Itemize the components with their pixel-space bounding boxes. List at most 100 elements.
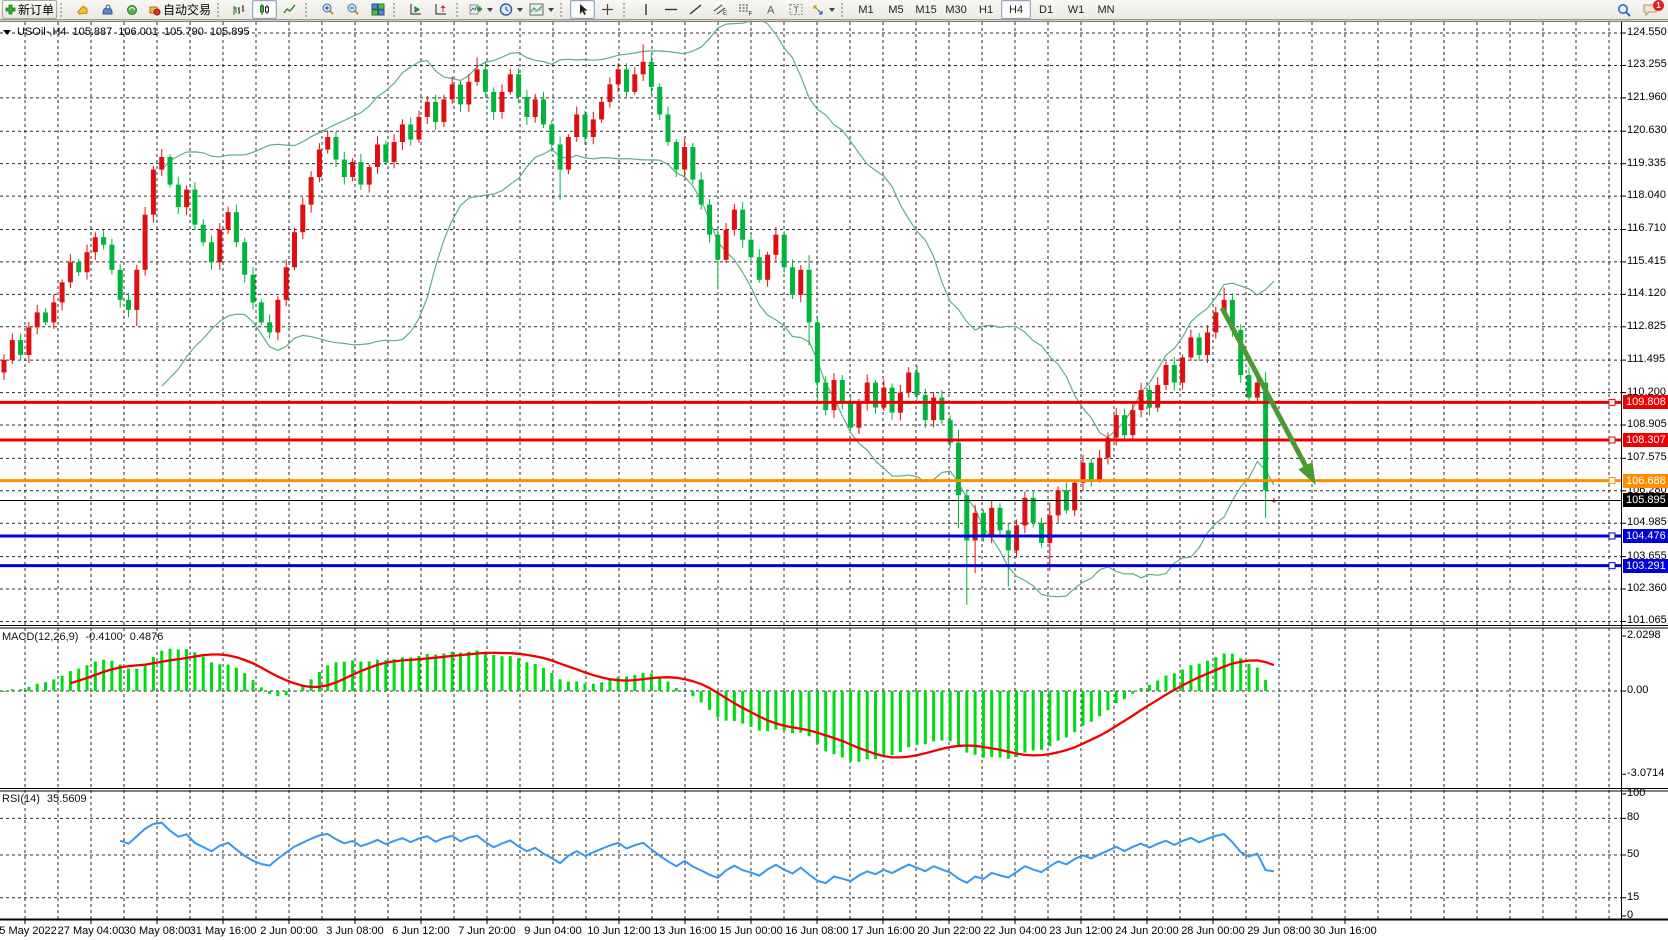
macd-histogram-bar	[185, 649, 188, 691]
autotrading-button[interactable]: 自动交易	[145, 0, 214, 19]
chart-shift-button[interactable]	[428, 0, 453, 19]
equidistant-channel-icon: E	[713, 3, 728, 16]
macd-histogram-bar	[932, 691, 935, 741]
text-label-button[interactable]: T	[783, 0, 808, 19]
candle	[923, 395, 928, 420]
macd-histogram-bar	[882, 691, 885, 756]
hline-handle[interactable]	[1609, 563, 1615, 569]
chart-area[interactable]: USOil-,H4 105.887 106.001 105.790 105.89…	[0, 22, 1668, 940]
macd-histogram-bar	[52, 679, 55, 691]
timeframe-D1[interactable]: D1	[1031, 0, 1061, 19]
timeframe-MN[interactable]: MN	[1091, 0, 1121, 19]
candle	[981, 513, 986, 536]
macd-histogram-bar	[957, 691, 960, 746]
macd-histogram-bar	[1073, 691, 1076, 732]
candle	[433, 102, 438, 122]
hline-handle[interactable]	[1609, 437, 1615, 443]
macd-histogram-bar	[700, 691, 703, 703]
hline-handle[interactable]	[1609, 533, 1615, 539]
candle	[1164, 365, 1169, 385]
toolbar-grip	[623, 3, 630, 17]
templates-button[interactable]	[526, 0, 557, 19]
candle	[641, 62, 646, 75]
text-button[interactable]: A	[758, 0, 783, 19]
candlestick-chart-button[interactable]	[252, 0, 277, 19]
candle	[524, 97, 529, 117]
bar-chart-button[interactable]	[227, 0, 252, 19]
zoom-in-button[interactable]	[315, 0, 340, 19]
timeframe-W1[interactable]: W1	[1061, 0, 1091, 19]
macd-histogram-bar	[210, 662, 213, 691]
crosshair-button[interactable]	[595, 0, 620, 19]
macd-histogram-bar	[69, 671, 72, 691]
new-order-button[interactable]: 新订单	[2, 0, 57, 19]
timeframe-H1[interactable]: H1	[971, 0, 1001, 19]
cursor-button[interactable]	[570, 0, 595, 19]
macd-histogram-bar	[575, 682, 578, 691]
macd-histogram-bar	[127, 669, 130, 691]
periods-button[interactable]	[496, 0, 526, 19]
candle	[26, 327, 31, 355]
vertical-line-button[interactable]	[633, 0, 658, 19]
timeframe-M30[interactable]: M30	[941, 0, 971, 19]
candle	[1039, 523, 1044, 543]
auto-scroll-button[interactable]	[403, 0, 428, 19]
macd-histogram-bar	[1223, 653, 1226, 691]
horizontal-line-button[interactable]	[658, 0, 683, 19]
macd-histogram-bar	[44, 682, 47, 691]
zoom-in-icon	[321, 3, 335, 16]
macd-histogram-bar	[1131, 691, 1134, 694]
candle	[383, 145, 388, 163]
candle	[566, 137, 571, 170]
macd-histogram-bar	[293, 691, 296, 692]
fibonacci-icon: F	[738, 3, 753, 16]
macd-histogram-bar	[799, 691, 802, 733]
macd-histogram-bar	[633, 675, 636, 691]
candle	[574, 114, 579, 137]
macd-histogram-bar	[19, 689, 22, 691]
candle	[300, 205, 305, 233]
hline-handle[interactable]	[1609, 478, 1615, 484]
trendline-icon	[689, 3, 702, 16]
macd-histogram-bar	[758, 691, 761, 731]
chart-canvas[interactable]	[0, 22, 1668, 940]
candle	[1139, 390, 1144, 410]
fibonacci-button[interactable]: F	[733, 0, 758, 19]
timeframe-M1[interactable]: M1	[851, 0, 881, 19]
macd-histogram-bar	[1239, 658, 1242, 691]
macd-histogram-bar	[235, 668, 238, 691]
trendline-button[interactable]	[683, 0, 708, 19]
equidistant-channel-button[interactable]: E	[708, 0, 733, 19]
candle	[583, 114, 588, 137]
macd-histogram-bar	[766, 691, 769, 731]
market-watch-button[interactable]	[70, 0, 95, 19]
tile-windows-button[interactable]	[365, 0, 390, 19]
zoom-out-button[interactable]	[340, 0, 365, 19]
timeframe-M15[interactable]: M15	[911, 0, 941, 19]
toolbar-grip	[305, 3, 312, 17]
timeframe-M5[interactable]: M5	[881, 0, 911, 19]
candle	[441, 99, 446, 122]
search-icon	[1617, 3, 1632, 17]
macd-histogram-bar	[169, 649, 172, 691]
vertical-line-icon	[641, 3, 651, 16]
line-chart-button[interactable]	[277, 0, 302, 19]
indicators-button[interactable]	[466, 0, 496, 19]
macd-histogram-bar	[1256, 668, 1259, 691]
macd-histogram-bar	[608, 680, 611, 691]
navigator-button[interactable]	[120, 0, 145, 19]
cursor-icon	[577, 3, 589, 16]
horizontal-line-icon	[664, 3, 678, 16]
hline-handle[interactable]	[1609, 399, 1615, 405]
arrows-button[interactable]	[808, 0, 838, 19]
macd-histogram-bar	[476, 650, 479, 691]
notifications-button[interactable]: 1	[1637, 0, 1662, 19]
candle	[317, 150, 322, 178]
toolbar-grip	[456, 3, 463, 17]
timeframe-H4[interactable]: H4	[1001, 0, 1031, 19]
time-axis[interactable]: 25 May 202227 May 04:0030 May 08:0031 Ma…	[0, 920, 1668, 940]
search-button[interactable]	[1612, 0, 1637, 19]
price-badge: 104.476	[1623, 529, 1668, 543]
macd-histogram-bar	[1115, 691, 1118, 703]
data-window-button[interactable]	[95, 0, 120, 19]
